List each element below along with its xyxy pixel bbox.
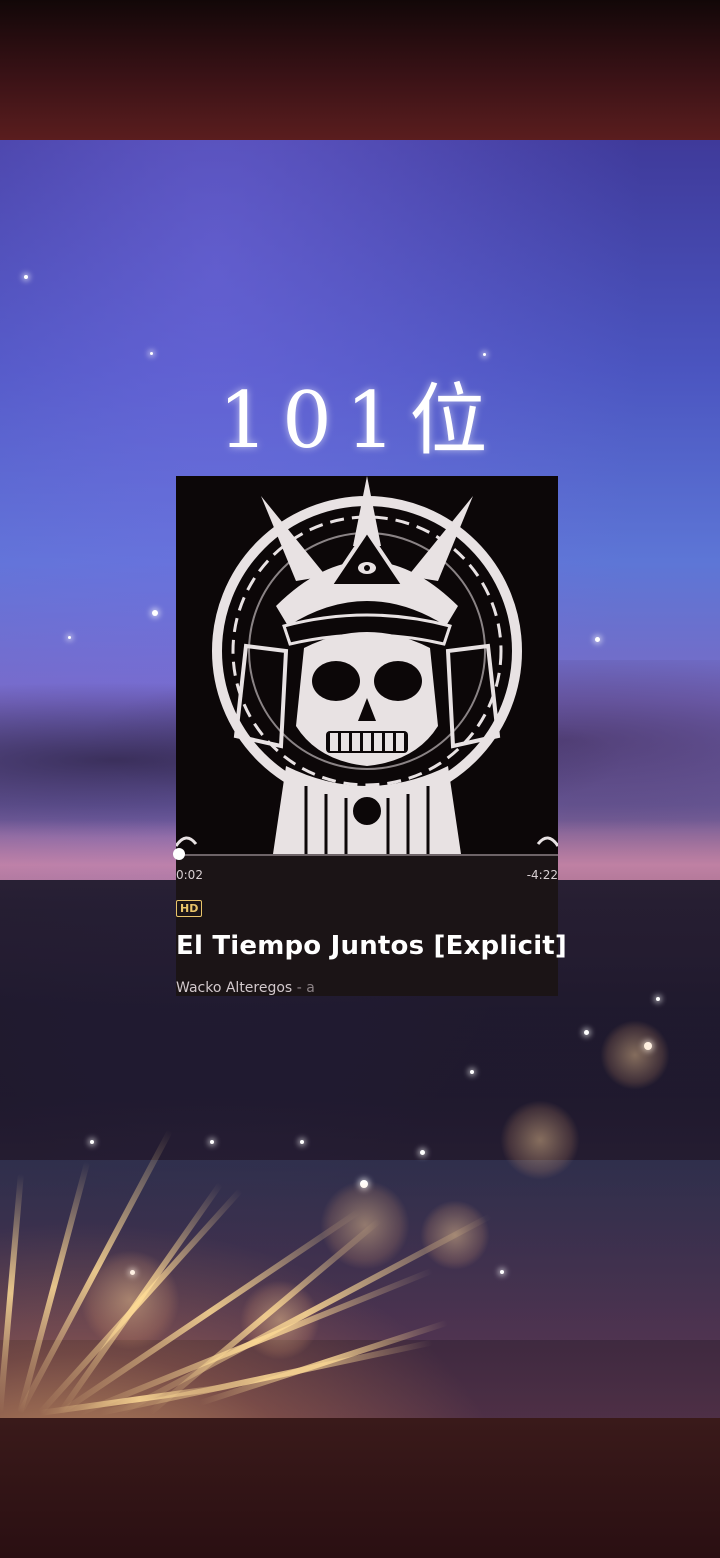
song-title: El Tiempo Juntos [Explicit]	[176, 931, 568, 961]
artist-name[interactable]: Wacko Alteregos	[176, 980, 292, 996]
elapsed-time: 0:02	[176, 868, 203, 882]
hd-quality-badge: HD	[176, 900, 203, 917]
rank-label: 101位	[218, 376, 502, 466]
top-letterbox	[0, 0, 720, 140]
progress-scrubber-handle[interactable]	[173, 848, 186, 860]
artist-album-separator: -	[296, 980, 302, 996]
album-cover	[176, 476, 558, 854]
samurai-skull-artwork	[176, 476, 558, 854]
playback-progress-bar[interactable]	[173, 848, 558, 860]
bottom-letterbox	[0, 1418, 720, 1558]
music-player-card: 0:02 -4:22 HD El Tiempo Juntos [Explicit…	[173, 476, 567, 996]
artist-line: Wacko Alteregos - a	[176, 980, 315, 996]
album-name[interactable]: a	[306, 980, 315, 996]
remaining-time: -4:22	[526, 868, 558, 882]
video-frame: 101位 0:02 -4:22 HD El Tiempo Juntos [Exp…	[0, 0, 720, 1558]
